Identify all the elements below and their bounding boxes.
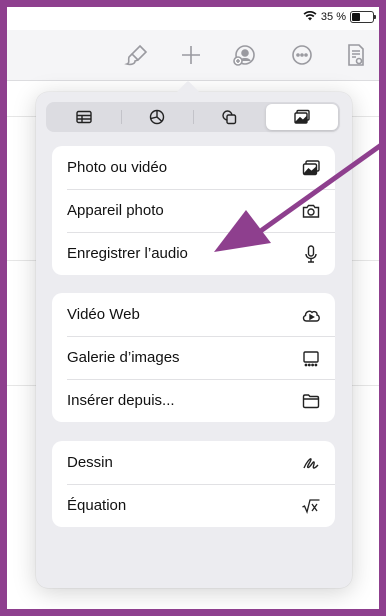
photo-icon — [302, 159, 320, 175]
menu-item-label: Appareil photo — [67, 202, 164, 219]
add-collaborator-icon[interactable] — [231, 42, 257, 68]
microphone-icon — [305, 244, 317, 263]
menu-item-label: Photo ou vidéo — [67, 159, 168, 176]
table-icon — [76, 110, 92, 124]
tab-media[interactable] — [265, 104, 338, 130]
folder-icon — [302, 393, 320, 408]
equation-icon — [302, 498, 320, 514]
tab-charts[interactable] — [120, 104, 194, 130]
shapes-icon — [222, 110, 237, 125]
battery-percent: 35 % — [320, 11, 346, 23]
insert-popover: Photo ou vidéo Appareil photo Enregistre… — [36, 92, 352, 588]
wifi-icon — [303, 10, 317, 24]
app-toolbar — [7, 30, 379, 81]
cloud-video-icon — [302, 310, 320, 322]
drawing-group: Dessin Équation — [52, 441, 335, 527]
paintbrush-icon[interactable] — [124, 42, 150, 68]
menu-item-record-audio[interactable]: Enregistrer l’audio — [52, 232, 335, 275]
status-bar: 35 % — [303, 7, 376, 27]
menu-item-label: Insérer depuis... — [67, 392, 175, 409]
menu-item-photo-video[interactable]: Photo ou vidéo — [52, 146, 335, 189]
chart-icon — [149, 109, 164, 125]
menu-item-equation[interactable]: Équation — [52, 484, 335, 527]
menu-item-image-gallery[interactable]: Galerie d’images — [52, 336, 335, 379]
plus-icon[interactable] — [178, 42, 204, 68]
menu-item-label: Vidéo Web — [67, 306, 140, 323]
web-media-group: Vidéo Web Galerie d’images Insérer depui… — [52, 293, 335, 422]
menu-item-insert-from[interactable]: Insérer depuis... — [52, 379, 335, 422]
menu-item-camera[interactable]: Appareil photo — [52, 189, 335, 232]
menu-item-label: Équation — [67, 497, 127, 514]
menu-item-label: Dessin — [67, 454, 113, 471]
battery-icon — [350, 11, 376, 23]
tab-shapes[interactable] — [193, 104, 266, 130]
camera-icon — [302, 204, 320, 218]
document-view-icon[interactable] — [343, 42, 369, 68]
insert-category-segmented-control — [46, 102, 340, 132]
menu-item-drawing[interactable]: Dessin — [52, 441, 335, 484]
gallery-icon — [303, 350, 319, 366]
menu-item-web-video[interactable]: Vidéo Web — [52, 293, 335, 336]
media-icon — [294, 109, 310, 124]
drawing-icon — [303, 457, 319, 469]
tab-tables[interactable] — [48, 104, 121, 130]
more-icon[interactable] — [289, 42, 315, 68]
menu-item-label: Enregistrer l’audio — [67, 245, 188, 262]
media-group: Photo ou vidéo Appareil photo Enregistre… — [52, 146, 335, 275]
menu-item-label: Galerie d’images — [67, 349, 180, 366]
